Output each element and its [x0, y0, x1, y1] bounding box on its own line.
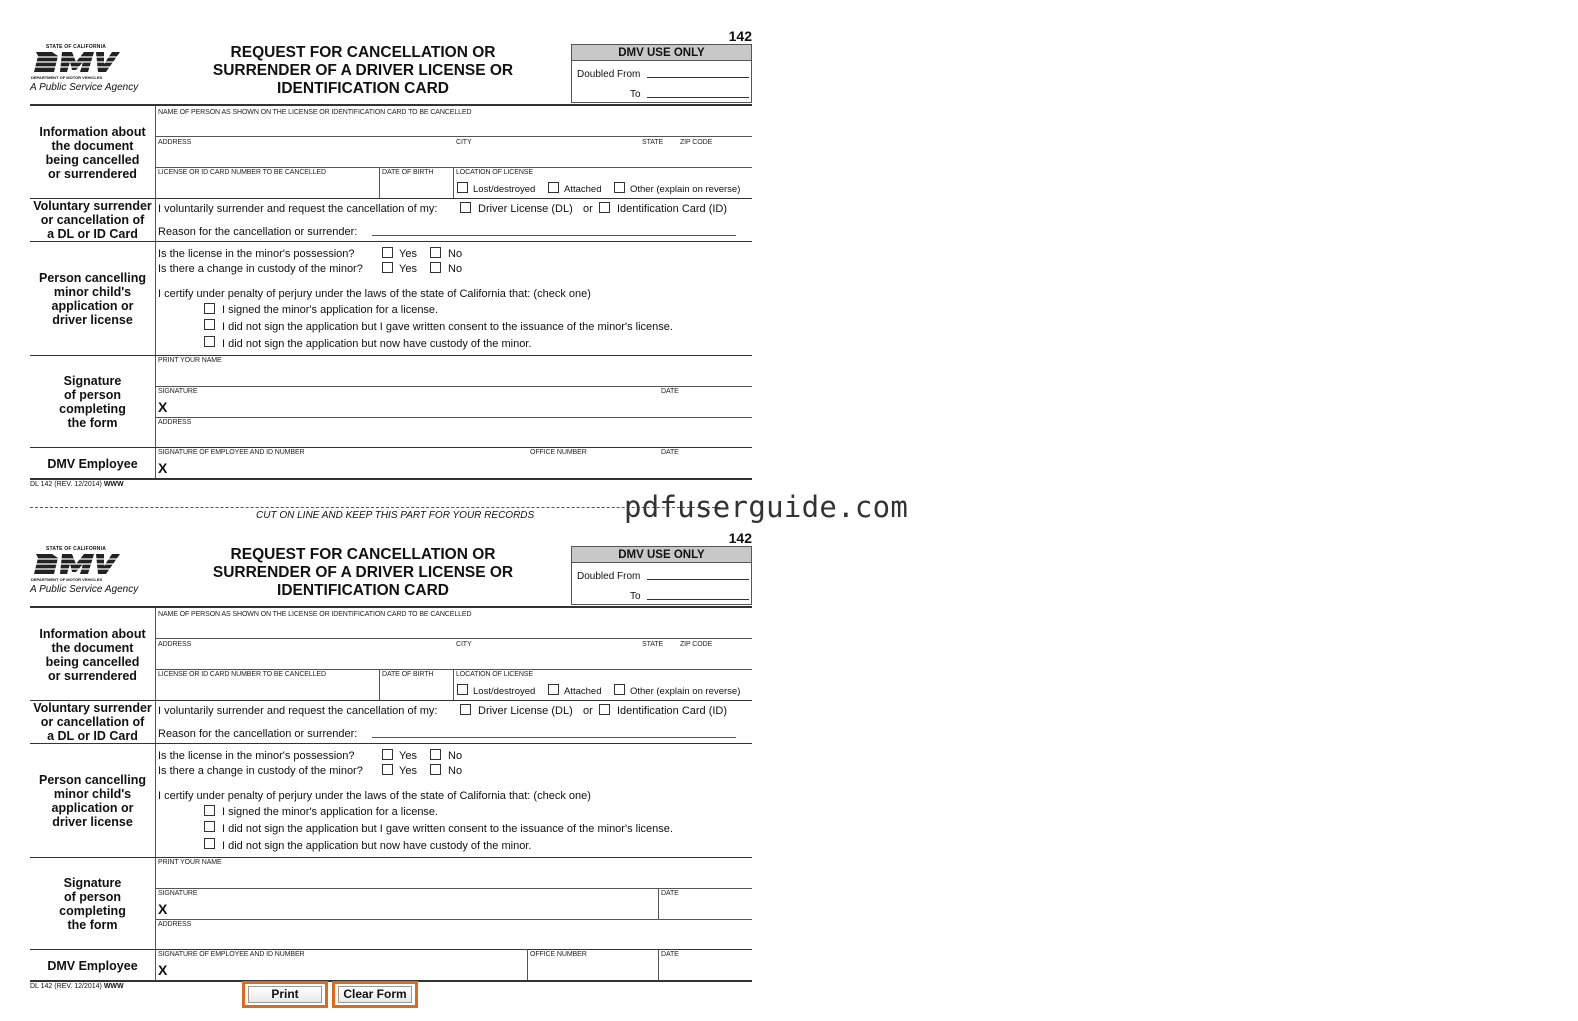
attached-checkbox[interactable]	[548, 182, 559, 193]
possession-no-checkbox[interactable]	[430, 247, 441, 258]
form-number: 142	[728, 28, 752, 44]
office-label: OFFICE NUMBER	[530, 449, 587, 456]
to-label: To	[630, 89, 641, 100]
section-employee-label: DMV Employee	[47, 457, 138, 471]
dob-label: DATE OF BIRTH	[382, 169, 434, 176]
reason-field[interactable]	[372, 737, 736, 738]
dmv-use-only-box: DMV USE ONLY Doubled From To	[571, 546, 752, 605]
doubled-from-field[interactable]	[647, 579, 749, 580]
name-label: NAME OF PERSON AS SHOWN ON THE LICENSE O…	[158, 109, 472, 116]
form-number: 142	[728, 530, 752, 546]
id-checkbox[interactable]	[599, 704, 610, 715]
voluntary-text: I voluntarily surrender and request the …	[158, 203, 438, 215]
signature-label: SIGNATURE	[158, 388, 198, 395]
dmv-logo-icon: DMV	[32, 554, 122, 574]
section-minor-label: Person cancelling minor child's applicatio…	[39, 773, 146, 829]
id-label: Identification Card (ID)	[617, 203, 728, 215]
other-checkbox[interactable]	[614, 182, 625, 193]
section-signature-label: Signature of person completing the form	[59, 374, 126, 430]
state-label: STATE	[642, 139, 664, 146]
logo-dept-text: DEPARTMENT OF MOTOR VEHICLES	[31, 75, 103, 80]
logo-mark-text: DMV	[77, 64, 80, 66]
dmv-logo: STATE OF CALIFORNIA DMV DEPARTMENT OF MO…	[30, 546, 139, 595]
doubled-from-field[interactable]	[647, 77, 749, 78]
lost-label: Lost/destroyed	[473, 184, 536, 195]
section-minor-label: Person cancelling minor child's applicatio…	[39, 271, 146, 327]
certify-opt3-checkbox[interactable]	[204, 838, 215, 849]
attached-checkbox[interactable]	[548, 684, 559, 695]
location-label: LOCATION OF LICENSE	[456, 169, 533, 176]
section-signature-label: Signature of person completing the form	[59, 876, 126, 932]
employee-x: X	[158, 460, 168, 476]
form-title: REQUEST FOR CANCELLATION OR SURRENDER OF…	[212, 44, 514, 97]
svg-text:DMV: DMV	[77, 566, 80, 568]
or-label: or	[583, 203, 593, 215]
dl-checkbox[interactable]	[460, 704, 471, 715]
divider	[30, 104, 752, 106]
to-field[interactable]	[647, 599, 749, 600]
clear-form-button[interactable]: Clear Form	[332, 981, 418, 1008]
agency-tagline: A Public Service Agency	[30, 82, 139, 93]
reason-field[interactable]	[372, 235, 736, 236]
column-divider	[155, 106, 156, 480]
lost-checkbox[interactable]	[457, 684, 468, 695]
section-employee-label: DMV Employee	[47, 959, 138, 973]
revision-text: DL 142 (REV. 12/2014) WWW	[30, 481, 124, 488]
print-button[interactable]: Print	[242, 981, 328, 1008]
custody-no-checkbox[interactable]	[430, 262, 441, 273]
certify-opt1-checkbox[interactable]	[204, 805, 215, 816]
dmv-logo: STATE OF CALIFORNIA DMV DEPARTMENT OF MO…	[30, 44, 150, 94]
possession-question: Is the license in the minor's possession…	[158, 248, 355, 260]
possession-no-checkbox[interactable]	[430, 749, 441, 760]
certify-opt3-checkbox[interactable]	[204, 336, 215, 347]
revision-text: DL 142 (REV. 12/2014) WWW	[30, 983, 124, 990]
reason-label: Reason for the cancellation or surrender…	[158, 226, 358, 238]
cut-line-label: CUT ON LINE AND KEEP THIS PART FOR YOUR …	[254, 510, 537, 521]
sig-address-label: ADDRESS	[158, 419, 192, 426]
license-number-label: LICENSE OR ID CARD NUMBER TO BE CANCELLE…	[158, 169, 326, 176]
certify-opt2-checkbox[interactable]	[204, 821, 215, 832]
lost-checkbox[interactable]	[457, 182, 468, 193]
certify-text: I certify under penalty of perjury under…	[158, 288, 591, 300]
possession-yes-checkbox[interactable]	[382, 247, 393, 258]
possession-yes-checkbox[interactable]	[382, 749, 393, 760]
employee-date-label: DATE	[661, 449, 679, 456]
watermark: pdfuserguide.com	[624, 490, 909, 524]
attached-label: Attached	[564, 184, 602, 195]
signature-x: X	[158, 399, 168, 415]
certify-opt2-checkbox[interactable]	[204, 319, 215, 330]
id-checkbox[interactable]	[599, 202, 610, 213]
date-label: DATE	[661, 388, 679, 395]
zip-label: ZIP CODE	[680, 139, 713, 146]
other-checkbox[interactable]	[614, 684, 625, 695]
address-label: ADDRESS	[158, 139, 192, 146]
print-name-label: PRINT YOUR NAME	[158, 357, 222, 364]
dmv-use-only-header: DMV USE ONLY	[572, 45, 751, 61]
section-info-label: Information about the document being cance…	[39, 627, 146, 683]
section-voluntary-label: Voluntary surrender or cancellation of a D…	[33, 701, 152, 743]
cut-line: CUT ON LINE AND KEEP THIS PART FOR YOUR …	[30, 500, 720, 521]
doubled-from-label: Doubled From	[577, 69, 641, 80]
custody-yes-checkbox[interactable]	[382, 764, 393, 775]
agency-tagline: A Public Service Agency	[30, 584, 139, 595]
city-label: CITY	[456, 139, 472, 146]
dl-checkbox[interactable]	[460, 202, 471, 213]
custody-question: Is there a change in custody of the mino…	[158, 263, 363, 275]
section-info-label: Information about the document being cance…	[39, 125, 146, 181]
section-voluntary-label: Voluntary surrender or cancellation of a D…	[33, 199, 152, 241]
employee-sig-label: SIGNATURE OF EMPLOYEE AND ID NUMBER	[158, 449, 305, 456]
dl-label: Driver License (DL)	[478, 203, 573, 215]
dmv-logo-icon: DMV	[32, 52, 122, 72]
certify-opt1-checkbox[interactable]	[204, 303, 215, 314]
to-field[interactable]	[647, 97, 749, 98]
custody-yes-checkbox[interactable]	[382, 262, 393, 273]
other-label: Other (explain on reverse)	[630, 184, 741, 195]
dmv-use-only-box: DMV USE ONLY Doubled From To	[571, 44, 752, 103]
form-title: REQUEST FOR CANCELLATION OR SURRENDER OF…	[212, 546, 514, 599]
custody-no-checkbox[interactable]	[430, 764, 441, 775]
